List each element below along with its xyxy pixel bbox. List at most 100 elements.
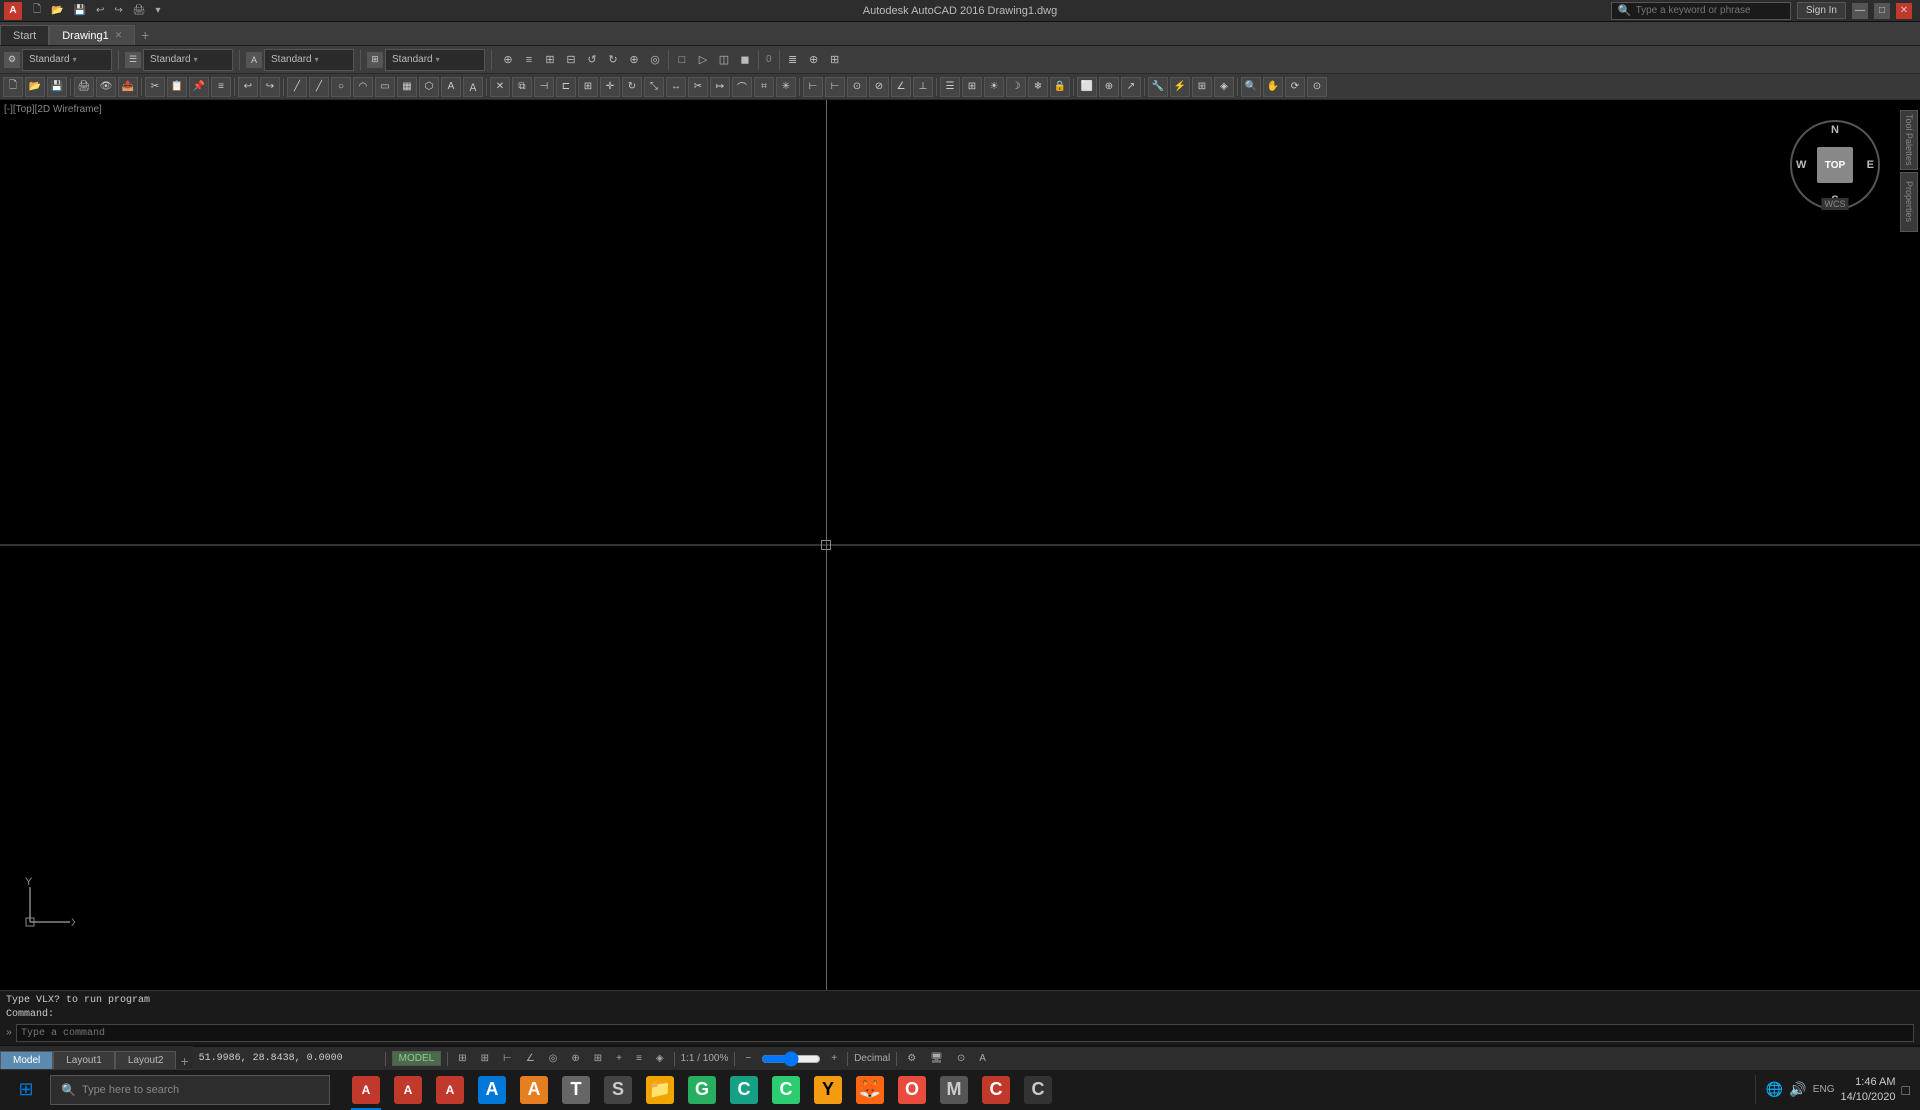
tb2-zoom-realtime[interactable]: 🔍 (1241, 77, 1261, 97)
tb1-icon6[interactable]: ↻ (603, 50, 623, 70)
tb2-open[interactable]: 📂 (25, 77, 45, 97)
status-settings-btn[interactable]: ⚙ (903, 1053, 920, 1064)
tb1-icon9[interactable]: □ (672, 50, 692, 70)
status-zoom-in-btn[interactable]: + (827, 1053, 841, 1064)
taskbar-app-c2[interactable]: C (766, 1070, 806, 1110)
sign-in-button[interactable]: Sign In (1797, 2, 1846, 19)
tb2-quickprop[interactable]: ⚡ (1170, 77, 1190, 97)
taskbar-app-tool-t[interactable]: T (556, 1070, 596, 1110)
zoom-slider[interactable] (761, 1054, 821, 1064)
add-layout-button[interactable]: + (176, 1053, 192, 1069)
tb2-copyclip[interactable]: 📋 (167, 77, 187, 97)
tb2-dimaligned[interactable]: ⊢ (825, 77, 845, 97)
status-isolate-btn[interactable]: ⊙ (953, 1053, 969, 1064)
tb2-layeroff[interactable]: ☽ (1006, 77, 1026, 97)
status-zoom-out-btn[interactable]: − (741, 1053, 755, 1064)
tb2-text[interactable]: A (441, 77, 461, 97)
tb2-matchprop[interactable]: ≡ (211, 77, 231, 97)
tb2-designcenter[interactable]: ◈ (1214, 77, 1234, 97)
tb2-trim[interactable]: ✂ (688, 77, 708, 97)
quick-access-dropdown[interactable]: ▾ (152, 5, 163, 16)
tb1-icon7[interactable]: ⊕ (624, 50, 644, 70)
tb2-move[interactable]: ✛ (600, 77, 620, 97)
tb1-icon12[interactable]: ◼ (735, 50, 755, 70)
status-osnap-btn[interactable]: ◎ (545, 1053, 562, 1064)
tb2-toolpalettes[interactable]: ⊞ (1192, 77, 1212, 97)
status-lw-btn[interactable]: ≡ (632, 1053, 646, 1064)
tab-start[interactable]: Start (0, 25, 49, 45)
quick-access-undo[interactable]: ↩ (93, 5, 107, 16)
tab-drawing1-close-icon[interactable]: ✕ (115, 30, 123, 41)
tab-drawing1[interactable]: Drawing1 ✕ (49, 25, 135, 45)
right-tab-1[interactable]: Tool Palettes (1900, 110, 1918, 170)
tb2-layerprop[interactable]: ⊞ (962, 77, 982, 97)
tb1-icon8[interactable]: ◎ (645, 50, 665, 70)
tb1-icon4[interactable]: ⊟ (561, 50, 581, 70)
tb2-rotate[interactable]: ↻ (622, 77, 642, 97)
layout-tab-layout1[interactable]: Layout1 (53, 1051, 115, 1069)
tb2-mtext[interactable]: Ａ (463, 77, 483, 97)
taskbar-app-autocad1[interactable]: A (346, 1070, 386, 1110)
title-search-box[interactable]: 🔍 (1611, 2, 1791, 20)
tb1-icon14[interactable]: ⊕ (804, 50, 824, 70)
layout-tab-model[interactable]: Model (0, 1051, 53, 1069)
tb2-scale[interactable]: ⤡ (644, 77, 664, 97)
volume-icon[interactable]: 🔊 (1789, 1081, 1806, 1098)
minimize-button[interactable]: — (1852, 3, 1868, 19)
tb2-extend[interactable]: ↦ (710, 77, 730, 97)
tb1-icon1[interactable]: ⊕ (498, 50, 518, 70)
status-tp-btn[interactable]: ◈ (652, 1053, 668, 1064)
tb1-icon3[interactable]: ⊞ (540, 50, 560, 70)
navigation-compass[interactable]: N S W E TOP WCS (1790, 120, 1880, 210)
tb2-pan[interactable]: ✋ (1263, 77, 1283, 97)
taskbar-app-opera[interactable]: O (892, 1070, 932, 1110)
tb2-line[interactable]: ╱ (287, 77, 307, 97)
drawing-viewport[interactable]: [-][Top][2D Wireframe] N S W E TOP WCS T… (0, 100, 1920, 990)
tb2-copy[interactable]: ⧉ (512, 77, 532, 97)
tb2-xref[interactable]: ↗ (1121, 77, 1141, 97)
status-ucs-btn[interactable]: ⊞ (590, 1053, 606, 1064)
tb2-array[interactable]: ⊞ (578, 77, 598, 97)
tb2-dimlinear[interactable]: ⊢ (803, 77, 823, 97)
quick-access-redo[interactable]: ↪ (111, 5, 125, 16)
tb2-erase[interactable]: ✕ (490, 77, 510, 97)
status-polar-btn[interactable]: ∠ (522, 1053, 539, 1064)
taskbar-app-cr[interactable]: C (1018, 1070, 1058, 1110)
taskbar-app-c3[interactable]: C (976, 1070, 1016, 1110)
clock[interactable]: 1:46 AM 14/10/2020 (1840, 1075, 1895, 1104)
tb2-pasteclip[interactable]: 📌 (189, 77, 209, 97)
tb2-region[interactable]: ⬡ (419, 77, 439, 97)
taskbar-app-autocad5[interactable]: A (514, 1070, 554, 1110)
tb2-mirror[interactable]: ⊣ (534, 77, 554, 97)
taskbar-app-autocad4[interactable]: A (472, 1070, 512, 1110)
tb2-block[interactable]: ⬜ (1077, 77, 1097, 97)
tb2-layerlock[interactable]: 🔒 (1050, 77, 1070, 97)
status-anno-btn[interactable]: A (975, 1053, 990, 1064)
status-model-indicator[interactable]: MODEL (392, 1051, 442, 1066)
taskbar-app-firefox[interactable]: 🦊 (850, 1070, 890, 1110)
tb2-chamfer[interactable]: ⌗ (754, 77, 774, 97)
taskbar-app-tool-s[interactable]: S (598, 1070, 638, 1110)
notification-icon[interactable]: □ (1902, 1082, 1910, 1098)
tb1-icon15[interactable]: ⊞ (825, 50, 845, 70)
taskbar-app-autocad3[interactable]: A (430, 1070, 470, 1110)
tb1-icon2[interactable]: ≡ (519, 50, 539, 70)
new-tab-button[interactable]: + (135, 25, 155, 45)
tb2-layeron[interactable]: ☀ (984, 77, 1004, 97)
taskbar-app-fileexplorer[interactable]: 📁 (640, 1070, 680, 1110)
right-tab-2[interactable]: Properties (1900, 172, 1918, 232)
scale-dropdown[interactable]: Standard ▾ (385, 49, 485, 71)
close-button[interactable]: ✕ (1896, 3, 1912, 19)
status-ortho-btn[interactable]: ⊢ (499, 1053, 516, 1064)
taskbar-app-autocad2[interactable]: A (388, 1070, 428, 1110)
tb2-cutclip[interactable]: ✂ (145, 77, 165, 97)
tb2-dimangular[interactable]: ∠ (891, 77, 911, 97)
language-indicator[interactable]: ENG (1813, 1084, 1835, 1095)
quick-access-print[interactable]: 🖨 (130, 5, 149, 16)
status-snap-btn[interactable]: ⊞ (477, 1053, 493, 1064)
tb2-circle[interactable]: ○ (331, 77, 351, 97)
tb2-save[interactable]: 💾 (47, 77, 67, 97)
tb2-new[interactable]: 🗋 (3, 77, 23, 97)
taskbar-search-box[interactable]: 🔍 Type here to search (50, 1075, 330, 1105)
tb2-offset[interactable]: ⊏ (556, 77, 576, 97)
